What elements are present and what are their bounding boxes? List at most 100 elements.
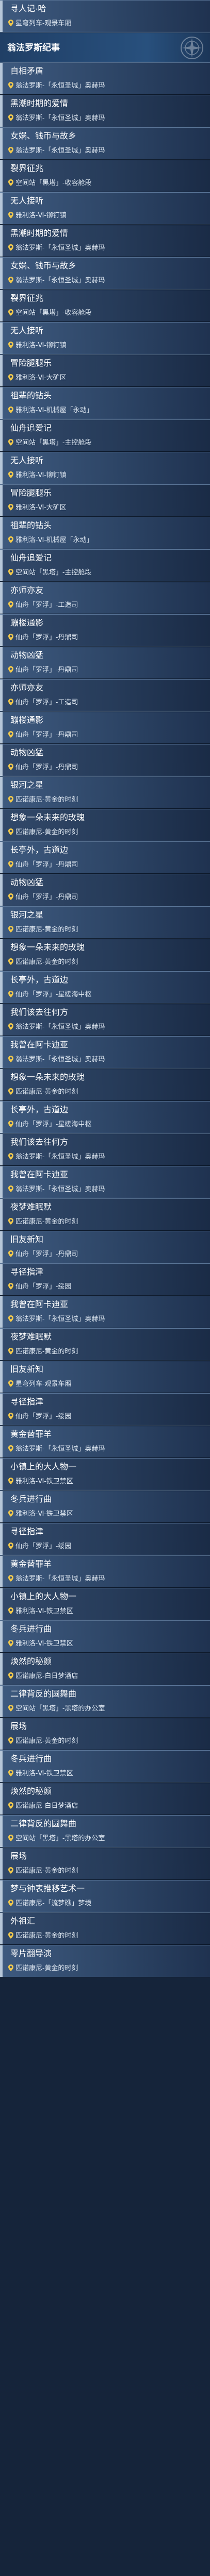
mission-location: 空间站「黑塔」-黑塔的办公室 — [7, 1704, 204, 1713]
mission-card[interactable]: 我曾在阿卡迪亚 翁法罗斯-「永恒圣城」奥赫玛 — [0, 1166, 210, 1198]
mission-card[interactable]: 蹦楼通影 仙舟「罗浮」-丹鼎司 — [0, 614, 210, 647]
mission-location: 星穹列车-观景车厢 — [7, 1379, 204, 1388]
mission-location-label: 翁法罗斯-「永恒圣城」奥赫玛 — [15, 276, 105, 284]
mission-card[interactable]: 亦师亦友 仙舟「罗浮」-工造司 — [0, 582, 210, 614]
mission-location-label: 仙舟「罗浮」-绥园 — [15, 1542, 72, 1550]
mission-card[interactable]: 祖辈的钻头 雅利洛-Ⅵ-机械屋「永动」 — [0, 387, 210, 419]
mission-card[interactable]: 夜梦难眠默 匹诺康尼-黄金的时刻 — [0, 1198, 210, 1231]
mission-card[interactable]: 黑潮时期的爱情 翁法罗斯-「永恒圣城」奥赫玛 — [0, 95, 210, 127]
mission-accent-bar — [0, 1588, 3, 1620]
mission-card[interactable]: 旧友新知 仙舟「罗浮」-丹鼎司 — [0, 1231, 210, 1263]
location-pin-icon — [8, 536, 13, 543]
mission-card[interactable]: 祖辈的钻头 雅利洛-Ⅵ-机械屋「永动」 — [0, 517, 210, 549]
mission-card[interactable]: 二律背反的圆舞曲 空间站「黑塔」-黑塔的办公室 — [0, 1685, 210, 1718]
mission-card[interactable]: 焕然的秘颜 匹诺康尼-白日梦酒店 — [0, 1783, 210, 1815]
mission-card[interactable]: 蹦楼通影 仙舟「罗浮」-丹鼎司 — [0, 711, 210, 744]
mission-card[interactable]: 小镇上的大人物一 雅利洛-Ⅵ-铁卫禁区 — [0, 1588, 210, 1620]
mission-accent-bar — [0, 939, 3, 971]
mission-location: 仙舟「罗浮」-星槎海中枢 — [7, 990, 204, 999]
mission-card[interactable]: 焕然的秘颜 匹诺康尼-白日梦酒店 — [0, 1653, 210, 1685]
mission-card[interactable]: 动物凶猛 仙舟「罗浮」-丹鼎司 — [0, 874, 210, 906]
mission-card[interactable]: 想象一朵未来的玫瑰 匹诺康尼-黄金的时刻 — [0, 939, 210, 971]
mission-card[interactable]: 银河之星 匹诺康尼-黄金的时刻 — [0, 906, 210, 939]
location-pin-icon — [8, 212, 13, 218]
mission-card[interactable]: 寻人记·哈 星穹列车-观景车厢 — [0, 0, 210, 32]
mission-card[interactable]: 自相矛盾 翁法罗斯-「永恒圣城」奥赫玛 — [0, 62, 210, 95]
mission-card[interactable]: 零片翻导演 匹诺康尼-黄金的时刻 — [0, 1945, 210, 1977]
mission-title: 女娲、钱币与故乡 — [10, 132, 77, 141]
mission-card[interactable]: 夜梦难眠默 匹诺康尼-黄金的时刻 — [0, 1328, 210, 1361]
mission-card[interactable]: 黑潮时期的爱情 翁法罗斯-「永恒圣城」奥赫玛 — [0, 225, 210, 257]
mission-accent-bar — [0, 1783, 3, 1815]
mission-location-label: 匹诺康尼-黄金的时刻 — [15, 1217, 78, 1225]
mission-location: 匹诺康尼-黄金的时刻 — [7, 1347, 204, 1356]
mission-location-label: 雅利洛-Ⅵ-铁卫禁区 — [15, 1639, 73, 1647]
mission-card[interactable]: 旧友新知 星穹列车-观景车厢 — [0, 1361, 210, 1393]
mission-card[interactable]: 冒险腿腿乐 雅利洛-Ⅵ-大矿区 — [0, 484, 210, 517]
mission-card[interactable]: 梦与钟表推移艺术一 匹诺康尼-「流梦礁」梦境 — [0, 1880, 210, 1912]
compass-emblem-icon — [181, 37, 203, 59]
location-pin-icon — [8, 731, 13, 738]
mission-location-label: 雅利洛-Ⅵ-铆钉镇 — [15, 211, 67, 219]
mission-card[interactable]: 寻径指津 仙舟「罗浮」-绥园 — [0, 1523, 210, 1555]
mission-location: 仙舟「罗浮」-绥园 — [7, 1541, 204, 1551]
mission-title: 长亭外，古道边 — [10, 976, 69, 985]
mission-card[interactable]: 女娲、钱币与故乡 翁法罗斯-「永恒圣城」奥赫玛 — [0, 257, 210, 290]
mission-card[interactable]: 无人接听 雅利洛-Ⅵ-铆钉镇 — [0, 192, 210, 225]
mission-card[interactable]: 我们该去往何方 翁法罗斯-「永恒圣城」奥赫玛 — [0, 1133, 210, 1166]
mission-title: 焕然的秘颜 — [10, 1787, 52, 1796]
mission-card[interactable]: 裂界征兆 空间站「黑塔」-收容舱段 — [0, 160, 210, 192]
mission-card[interactable]: 裂界征兆 空间站「黑塔」-收容舱段 — [0, 290, 210, 322]
mission-title: 蹦楼通影 — [10, 619, 44, 628]
mission-card[interactable]: 冬兵进行曲 雅利洛-Ⅵ-铁卫禁区 — [0, 1750, 210, 1783]
mission-card[interactable]: 我曾在阿卡迪亚 翁法罗斯-「永恒圣城」奥赫玛 — [0, 1296, 210, 1328]
mission-card[interactable]: 动物凶猛 仙舟「罗浮」-丹鼎司 — [0, 647, 210, 679]
mission-card[interactable]: 黄金替罪羊 翁法罗斯-「永恒圣城」奥赫玛 — [0, 1426, 210, 1458]
mission-card[interactable]: 动物凶猛 仙舟「罗浮」-丹鼎司 — [0, 744, 210, 776]
mission-card[interactable]: 长亭外，古道边 仙舟「罗浮」-星槎海中枢 — [0, 971, 210, 1004]
mission-location-label: 仙舟「罗浮」-丹鼎司 — [15, 860, 78, 868]
mission-card[interactable]: 长亭外，古道边 仙舟「罗浮」-星槎海中枢 — [0, 1101, 210, 1133]
mission-location: 翁法罗斯-「永恒圣城」奥赫玛 — [7, 1574, 204, 1583]
mission-title: 冒险腿腿乐 — [10, 489, 52, 498]
mission-card[interactable]: 长亭外，古道边 仙舟「罗浮」-丹鼎司 — [0, 841, 210, 874]
mission-card[interactable]: 女娲、钱币与故乡 翁法罗斯-「永恒圣城」奥赫玛 — [0, 127, 210, 160]
mission-card[interactable]: 小镇上的大人物一 雅利洛-Ⅵ-铁卫禁区 — [0, 1458, 210, 1490]
mission-card[interactable]: 冬兵进行曲 雅利洛-Ⅵ-铁卫禁区 — [0, 1620, 210, 1653]
mission-location-label: 星穹列车-观景车厢 — [15, 1380, 72, 1387]
mission-accent-bar — [0, 128, 3, 159]
mission-location-label: 翁法罗斯-「永恒圣城」奥赫玛 — [15, 81, 105, 89]
mission-card[interactable]: 二律背反的圆舞曲 空间站「黑塔」-黑塔的办公室 — [0, 1815, 210, 1848]
mission-card[interactable]: 冒险腿腿乐 雅利洛-Ⅵ-大矿区 — [0, 354, 210, 387]
mission-accent-bar — [0, 1523, 3, 1555]
mission-card[interactable]: 亦师亦友 仙舟「罗浮」-工造司 — [0, 679, 210, 711]
mission-card[interactable]: 无人接听 雅利洛-Ⅵ-铆钉镇 — [0, 322, 210, 354]
mission-card[interactable]: 我曾在阿卡迪亚 翁法罗斯-「永恒圣城」奥赫玛 — [0, 1036, 210, 1069]
mission-location-label: 仙舟「罗浮」-星槎海中枢 — [15, 1120, 92, 1128]
mission-title: 夜梦难眠默 — [10, 1203, 52, 1212]
mission-card[interactable]: 寻径指津 仙舟「罗浮」-绥园 — [0, 1393, 210, 1426]
mission-card[interactable]: 想象一朵未来的玫瑰 匹诺康尼-黄金的时刻 — [0, 1069, 210, 1101]
mission-card[interactable]: 仙舟追爱记 空间站「黑塔」-主控舱段 — [0, 549, 210, 582]
mission-card[interactable]: 银河之星 匹诺康尼-黄金的时刻 — [0, 776, 210, 809]
mission-location: 翁法罗斯-「永恒圣城」奥赫玛 — [7, 243, 204, 252]
mission-card[interactable]: 展场 匹诺康尼-黄金的时刻 — [0, 1848, 210, 1880]
mission-card[interactable]: 寻径指津 仙舟「罗浮」-绥园 — [0, 1263, 210, 1296]
mission-card[interactable]: 外祖汇 匹诺康尼-黄金的时刻 — [0, 1912, 210, 1945]
mission-card[interactable]: 展场 匹诺康尼-黄金的时刻 — [0, 1718, 210, 1750]
mission-card[interactable]: 黄金替罪羊 翁法罗斯-「永恒圣城」奥赫玛 — [0, 1555, 210, 1588]
mission-location: 匹诺康尼-白日梦酒店 — [7, 1671, 204, 1681]
mission-location-label: 匹诺康尼-黄金的时刻 — [15, 1347, 78, 1355]
mission-location-label: 雅利洛-Ⅵ-铁卫禁区 — [15, 1510, 73, 1517]
mission-card[interactable]: 无人接听 雅利洛-Ⅵ-铆钉镇 — [0, 452, 210, 484]
mission-card[interactable]: 想象一朵未来的玫瑰 匹诺康尼-黄金的时刻 — [0, 809, 210, 841]
mission-accent-bar — [0, 647, 3, 679]
mission-location-label: 仙舟「罗浮」-丹鼎司 — [15, 1250, 78, 1258]
mission-location: 雅利洛-Ⅵ-铁卫禁区 — [7, 1639, 204, 1648]
location-pin-icon — [8, 1964, 13, 1971]
mission-card[interactable]: 我们该去往何方 翁法罗斯-「永恒圣城」奥赫玛 — [0, 1004, 210, 1036]
mission-card[interactable]: 仙舟追爱记 空间站「黑塔」-主控舱段 — [0, 419, 210, 452]
mission-accent-bar — [0, 420, 3, 451]
mission-card[interactable]: 冬兵进行曲 雅利洛-Ⅵ-铁卫禁区 — [0, 1490, 210, 1523]
mission-location: 空间站「黑塔」-收容舱段 — [7, 308, 204, 317]
